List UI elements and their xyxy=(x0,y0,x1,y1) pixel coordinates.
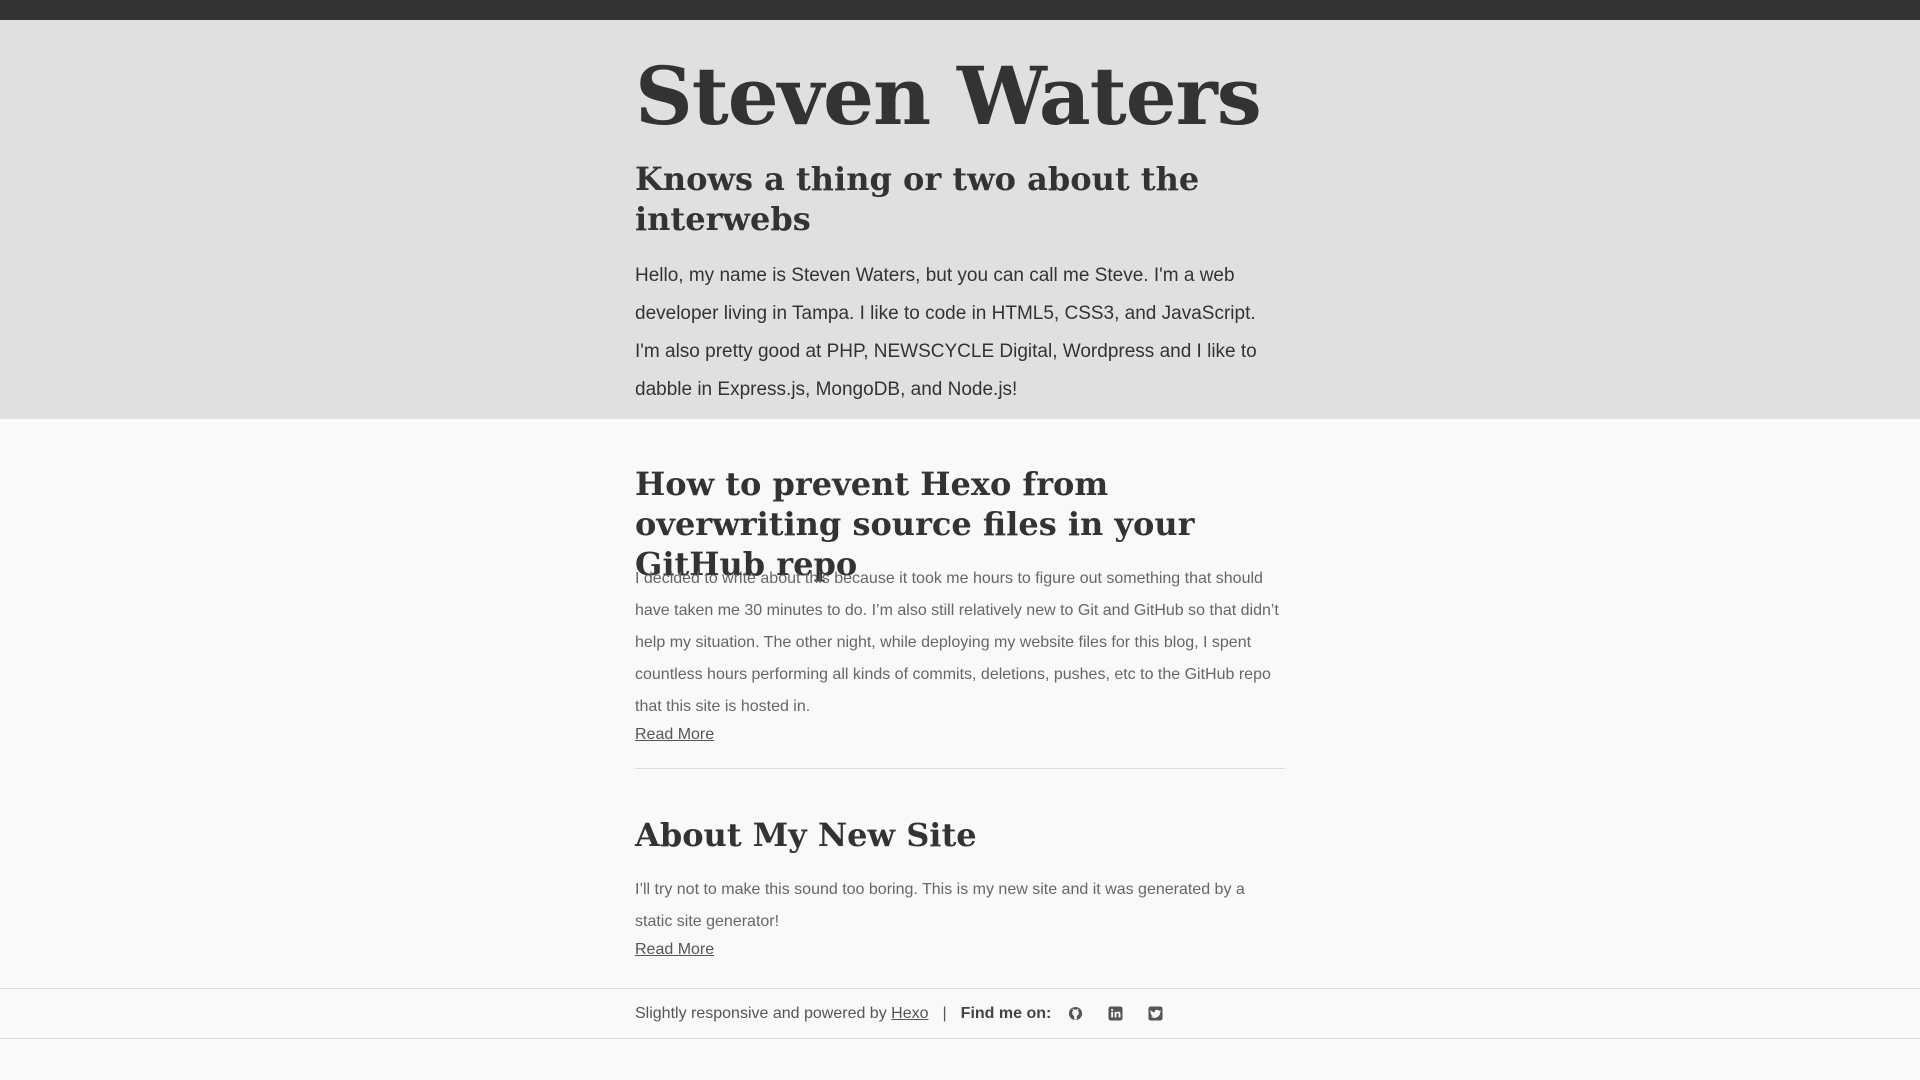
read-more-link[interactable]: Read More xyxy=(635,726,714,744)
site-tagline: Knows a thing or two about the interwebs xyxy=(635,160,1200,238)
footer-separator: | xyxy=(942,1004,947,1022)
intro-paragraph: Hello, my name is Steven Waters, but you… xyxy=(635,265,1257,400)
github-icon[interactable] xyxy=(1067,1006,1083,1022)
post-title[interactable]: About My New Site xyxy=(635,815,1285,855)
post-list: How to prevent Hexo from overwriting sou… xyxy=(0,419,1920,988)
site-footer: Slightly responsive and powered by Hexo … xyxy=(0,988,1920,1039)
top-bar xyxy=(0,0,1920,20)
post-excerpt: I decided to write about this because it… xyxy=(635,570,1279,715)
hero-section: Steven Waters Knows a thing or two about… xyxy=(0,20,1920,419)
post-excerpt: I’ll try not to make this sound too bori… xyxy=(635,881,1245,930)
linkedin-icon[interactable] xyxy=(1107,1006,1123,1022)
powered-by-text: Slightly responsive and powered by xyxy=(635,1004,887,1022)
twitter-icon[interactable] xyxy=(1147,1006,1163,1022)
post-divider xyxy=(635,768,1285,769)
hexo-link[interactable]: Hexo xyxy=(891,1005,928,1023)
site-title[interactable]: Steven Waters xyxy=(635,56,1285,136)
read-more-link[interactable]: Read More xyxy=(635,941,714,959)
footer-content: Slightly responsive and powered by Hexo … xyxy=(635,989,1187,1038)
find-me-label: Find me on: xyxy=(960,1004,1052,1022)
